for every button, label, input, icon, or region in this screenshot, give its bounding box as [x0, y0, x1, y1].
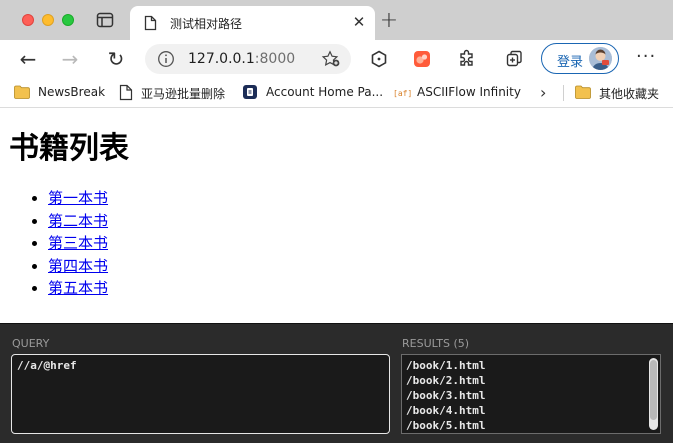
- results-label: RESULTS (5): [402, 337, 470, 350]
- bookmark-other-favorites[interactable]: 其他收藏夹: [574, 83, 670, 103]
- asciiflow-icon: [af]: [393, 84, 412, 103]
- query-label: QUERY: [12, 337, 50, 350]
- bookmarks-bar: NewsBreak 亚马逊批量删除 Account Home Pa... [af…: [0, 78, 673, 108]
- navigation-toolbar: ← → ↻ 127.0.0.1:8000 登录 ···: [0, 40, 673, 78]
- extension-hexagon-icon[interactable]: [369, 49, 389, 69]
- bookmark-newsbreak[interactable]: NewsBreak: [13, 83, 113, 103]
- bookmark-amazon-batch-delete[interactable]: 亚马逊批量删除: [119, 83, 239, 103]
- book-link-2[interactable]: 第二本书: [48, 212, 108, 230]
- login-button[interactable]: 登录: [541, 43, 619, 74]
- result-row: /book/5.html: [406, 419, 486, 432]
- list-item: 第四本书: [48, 255, 108, 278]
- web-page-content: 书籍列表 第一本书 第二本书 第三本书 第四本书 第五本书: [0, 109, 673, 323]
- book-list: 第一本书 第二本书 第三本书 第四本书 第五本书: [48, 187, 108, 300]
- result-row: /book/4.html: [406, 404, 486, 417]
- site-info-icon[interactable]: [157, 50, 175, 72]
- list-item: 第一本书: [48, 187, 108, 210]
- address-bar[interactable]: 127.0.0.1:8000: [145, 44, 351, 74]
- tab-actions-icon[interactable]: [96, 12, 116, 30]
- result-row: /book/1.html: [406, 359, 486, 372]
- result-row: /book/2.html: [406, 374, 486, 387]
- page-title: 书籍列表: [9, 131, 129, 166]
- svg-text:[af]: [af]: [393, 89, 411, 98]
- book-link-4[interactable]: 第四本书: [48, 257, 108, 275]
- book-link-5[interactable]: 第五本书: [48, 279, 108, 297]
- list-item: 第三本书: [48, 232, 108, 255]
- add-favorite-icon[interactable]: [321, 50, 341, 72]
- extensions-puzzle-icon[interactable]: [457, 49, 477, 69]
- book-link-3[interactable]: 第三本书: [48, 234, 108, 252]
- window-close-button[interactable]: [22, 14, 34, 26]
- tab-title: 测试相对路径: [170, 17, 243, 31]
- window-minimize-button[interactable]: [42, 14, 54, 26]
- url-text[interactable]: 127.0.0.1:8000: [188, 51, 295, 67]
- book-link-1[interactable]: 第一本书: [48, 189, 108, 207]
- query-input[interactable]: //a/@href: [11, 354, 390, 434]
- tab-strip: 测试相对路径 ✕ +: [0, 0, 673, 40]
- bookmark-account-home[interactable]: Account Home Pa...: [242, 83, 383, 103]
- page-icon: [144, 15, 157, 35]
- folder-icon: [13, 84, 31, 103]
- settings-more-button[interactable]: ···: [636, 46, 656, 67]
- bookmarks-overflow-chevron-icon[interactable]: ›: [540, 83, 546, 102]
- tab-close-icon[interactable]: ✕: [349, 12, 369, 32]
- active-tab[interactable]: 测试相对路径 ✕: [130, 6, 375, 40]
- new-tab-button[interactable]: +: [378, 10, 400, 33]
- bookmark-asciiflow[interactable]: [af] ASCIIFlow Infinity: [393, 83, 533, 103]
- results-output[interactable]: /book/1.html /book/2.html /book/3.html /…: [401, 354, 661, 434]
- forward-button[interactable]: →: [58, 47, 82, 71]
- reload-button[interactable]: ↻: [104, 47, 128, 71]
- bookmarks-divider: [563, 85, 564, 101]
- xpath-helper-panel: QUERY //a/@href RESULTS (5) /book/1.html…: [0, 323, 673, 443]
- collections-icon[interactable]: [505, 49, 525, 69]
- back-button[interactable]: ←: [16, 47, 40, 71]
- folder-icon: [574, 84, 592, 103]
- list-item: 第二本书: [48, 210, 108, 233]
- results-scrollbar[interactable]: [649, 358, 658, 430]
- results-scrollbar-thumb[interactable]: [650, 360, 657, 420]
- account-icon: [242, 84, 258, 103]
- window-maximize-button[interactable]: [62, 14, 74, 26]
- list-item: 第五本书: [48, 277, 108, 300]
- result-row: /book/3.html: [406, 389, 486, 402]
- avatar: [589, 47, 612, 70]
- page-icon: [119, 84, 133, 104]
- extension-app-icon[interactable]: [412, 49, 432, 69]
- login-button-label: 登录: [557, 55, 584, 70]
